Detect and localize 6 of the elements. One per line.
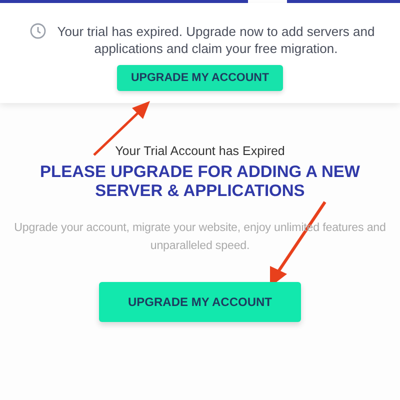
upgrade-button[interactable]: UPGRADE MY ACCOUNT <box>99 282 301 322</box>
upgrade-button[interactable]: UPGRADE MY ACCOUNT <box>117 65 283 91</box>
heading: PLEASE UPGRADE FOR ADDING A NEW SERVER & APPLICATIONS <box>39 163 361 201</box>
clock-icon <box>30 23 46 39</box>
subtitle: Your Trial Account has Expired <box>115 144 285 158</box>
trial-message: Your trial has expired. Upgrade now to add servers and applications and claim your free migration. <box>56 23 376 57</box>
